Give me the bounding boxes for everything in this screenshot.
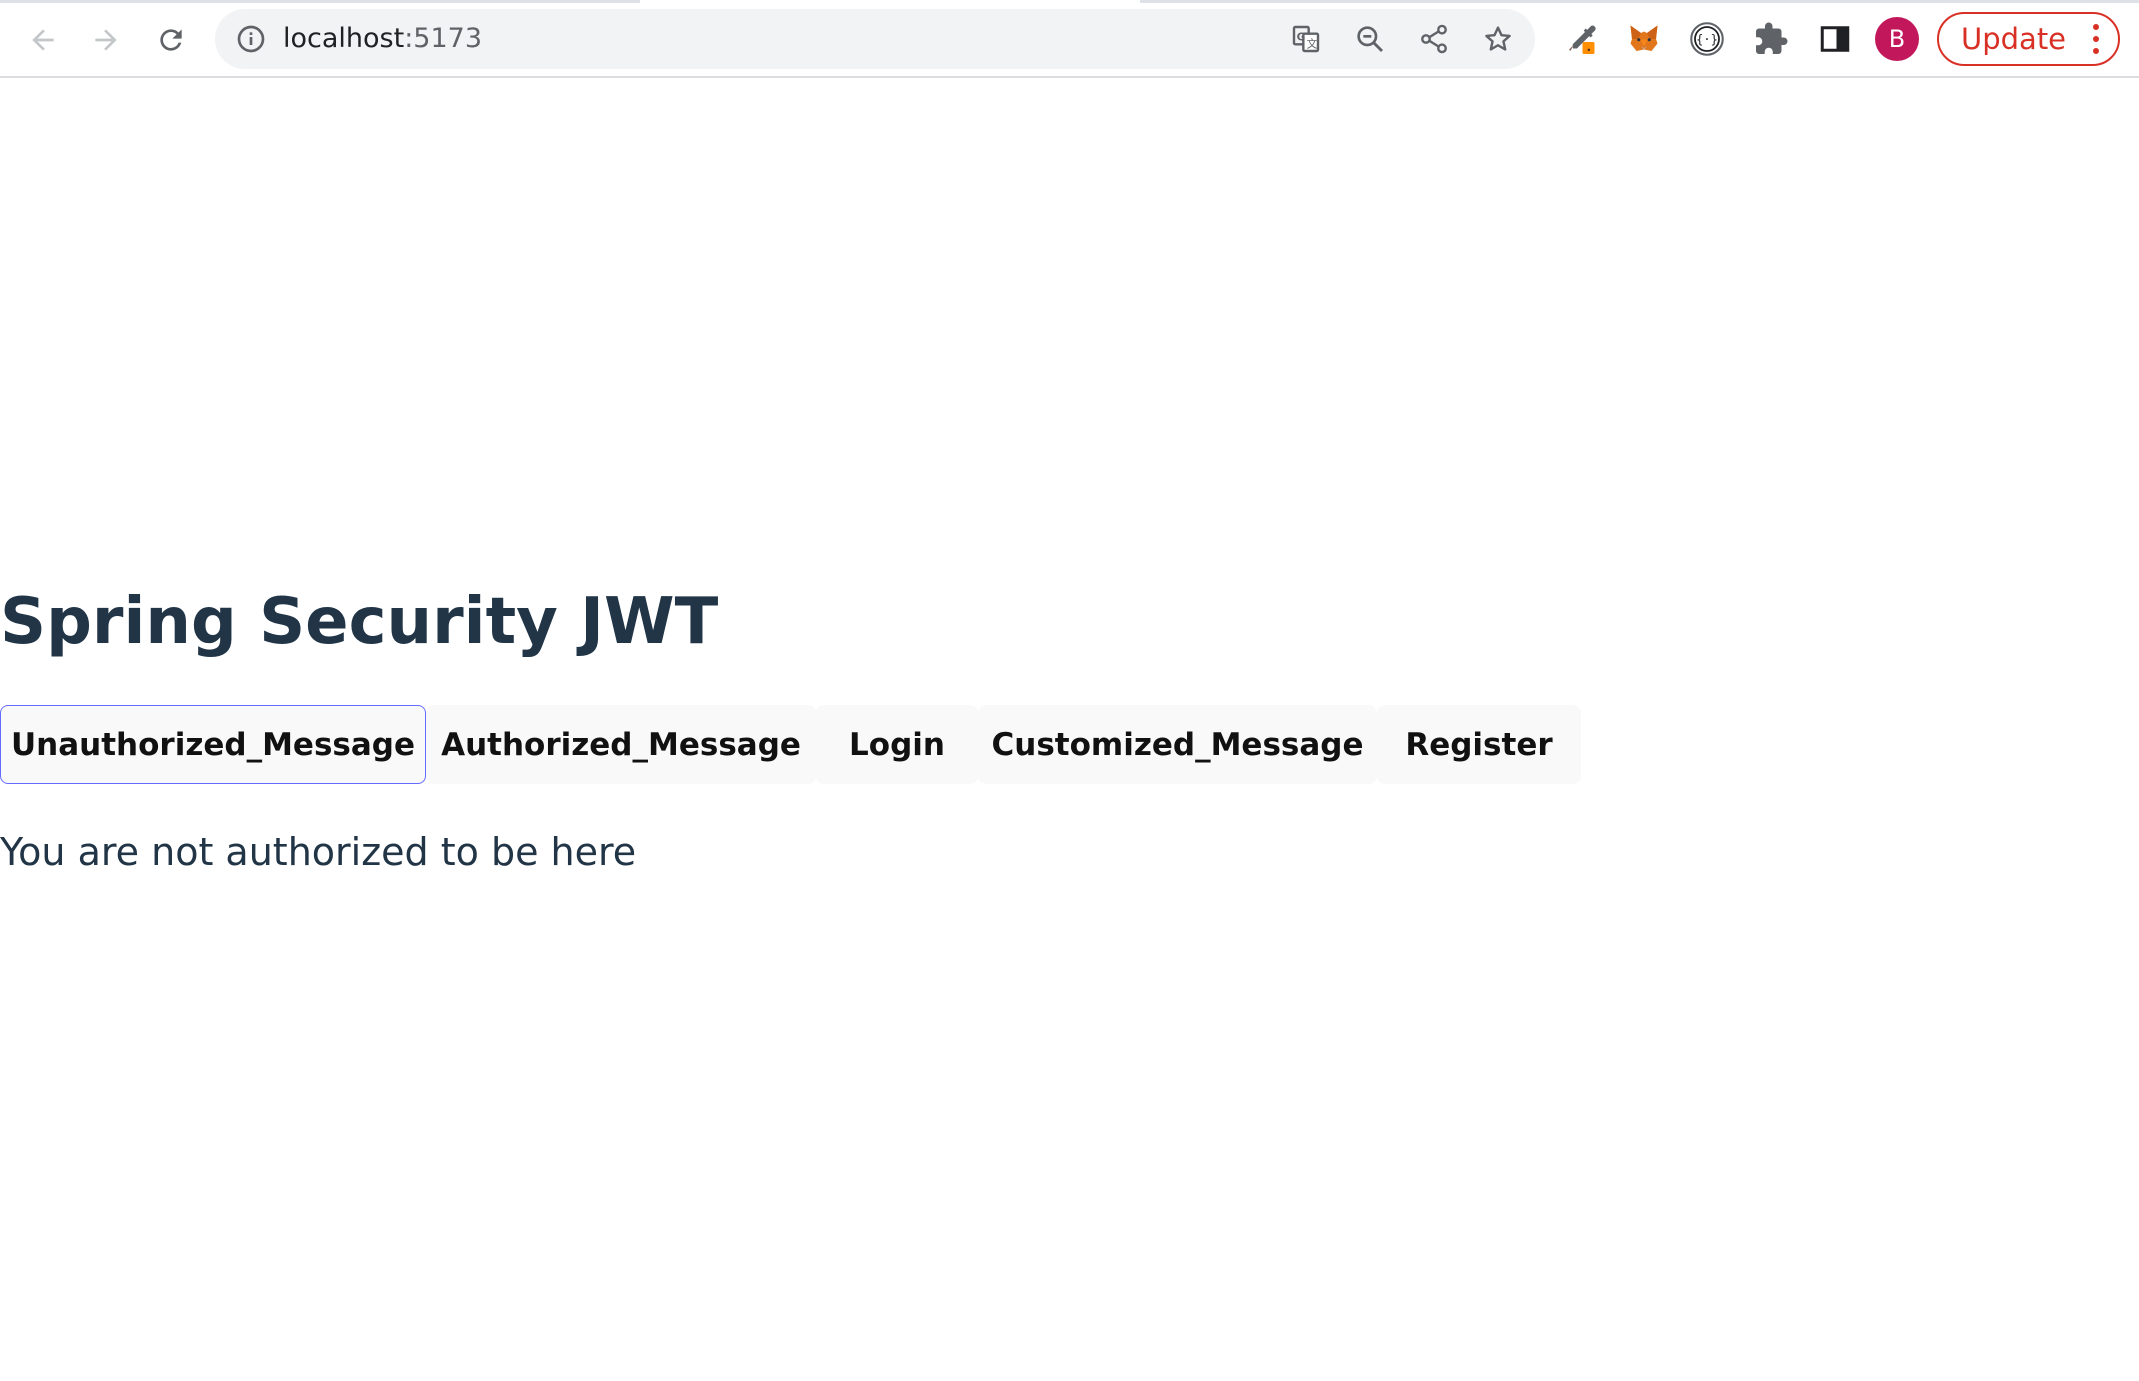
url-port: :5173: [404, 23, 483, 54]
tab-login[interactable]: Login: [816, 705, 978, 784]
svg-text:G: G: [1297, 30, 1306, 43]
kebab-menu-icon[interactable]: [2092, 24, 2100, 54]
translate-button[interactable]: G 文: [1288, 21, 1324, 57]
tab-authorized-message[interactable]: Authorized_Message: [426, 705, 816, 784]
extensions-button[interactable]: [1746, 14, 1796, 64]
back-button[interactable]: [17, 14, 69, 66]
side-panel-button[interactable]: [1810, 14, 1860, 64]
svg-text:{·}: {·}: [1696, 33, 1718, 47]
puzzle-icon: [1756, 22, 1788, 54]
reload-button[interactable]: [145, 14, 197, 66]
fox-icon: [1630, 25, 1658, 51]
url-host: localhost: [283, 23, 405, 54]
zoom-out-icon: [1357, 26, 1384, 53]
zoom-button[interactable]: [1352, 21, 1388, 57]
info-icon[interactable]: [235, 23, 267, 55]
share-button[interactable]: [1416, 21, 1452, 57]
page-title: Spring Security JWT: [0, 585, 719, 659]
side-panel-icon: [1820, 26, 1850, 52]
forward-button[interactable]: [80, 14, 132, 66]
metamask-extension[interactable]: [1619, 14, 1669, 64]
eyedropper-extension[interactable]: [1556, 14, 1606, 64]
bookmark-button[interactable]: [1480, 21, 1516, 57]
nav-tabs: Unauthorized_Message Authorized_Message …: [0, 705, 1581, 784]
status-message: You are not authorized to be here: [0, 830, 637, 874]
reload-icon: [160, 29, 182, 51]
share-icon: [1421, 24, 1447, 54]
update-button[interactable]: Update: [1937, 12, 2120, 66]
tab-register[interactable]: Register: [1377, 705, 1581, 784]
update-label: Update: [1961, 22, 2067, 56]
tab-strip-edge: [1140, 0, 2139, 3]
browser-toolbar: localhost:5173 G 文 {·} B Update: [0, 0, 2139, 78]
star-icon: [1485, 26, 1511, 51]
json-viewer-extension[interactable]: {·}: [1682, 14, 1732, 64]
url-text[interactable]: localhost:5173: [283, 9, 482, 69]
tab-strip-edge: [0, 0, 640, 3]
address-bar[interactable]: localhost:5173 G 文: [215, 9, 1535, 69]
translate-icon: G 文: [1292, 25, 1320, 53]
tab-customized-message[interactable]: Customized_Message: [978, 705, 1377, 784]
profile-avatar[interactable]: B: [1875, 17, 1919, 61]
svg-text:文: 文: [1307, 38, 1318, 51]
arrow-forward-icon: [95, 29, 117, 51]
arrow-back-icon: [32, 29, 54, 51]
eyedropper-icon: [1569, 25, 1596, 54]
braces-icon: {·}: [1690, 22, 1724, 56]
tab-unauthorized-message[interactable]: Unauthorized_Message: [0, 705, 426, 784]
